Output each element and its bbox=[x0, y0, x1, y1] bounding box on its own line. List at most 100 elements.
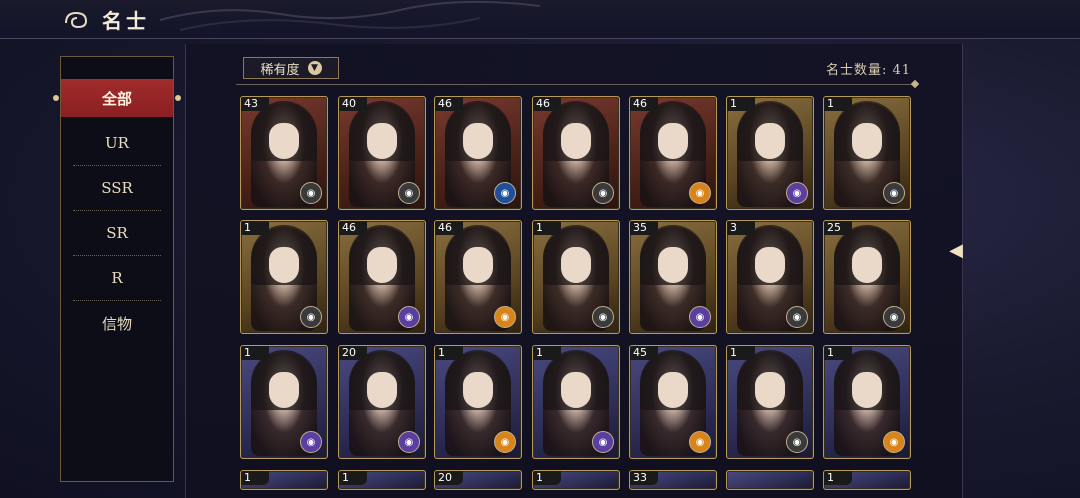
hero-count: 名士数量: 41 bbox=[826, 63, 912, 78]
hero-card[interactable]: 46 ◉ bbox=[434, 220, 522, 334]
faction-badge-icon: ◉ bbox=[398, 182, 420, 204]
hero-card[interactable]: 3 ◉ bbox=[726, 220, 814, 334]
hero-level: 46 bbox=[435, 221, 463, 235]
category-sidebar: 全部 UR SSR SR R 信物 bbox=[53, 56, 181, 482]
hero-card[interactable]: 1 bbox=[532, 470, 620, 490]
hero-level: 1 bbox=[533, 346, 561, 360]
faction-badge-icon: ◉ bbox=[689, 431, 711, 453]
next-page-arrow-icon[interactable]: ◀ bbox=[946, 226, 966, 274]
hero-face bbox=[269, 123, 299, 159]
hero-card[interactable]: 1 ◉ bbox=[726, 345, 814, 459]
hero-level: 1 bbox=[241, 346, 269, 360]
tab-sr[interactable]: SR bbox=[73, 211, 161, 256]
faction-badge-icon: ◉ bbox=[300, 182, 322, 204]
hero-card[interactable]: 1 ◉ bbox=[823, 345, 911, 459]
hero-level: 1 bbox=[824, 346, 852, 360]
hero-face bbox=[755, 247, 785, 283]
hero-face bbox=[367, 123, 397, 159]
hero-level: 1 bbox=[533, 221, 561, 235]
hero-level: 1 bbox=[241, 471, 269, 485]
hero-face bbox=[463, 372, 493, 408]
hero-face bbox=[852, 247, 882, 283]
hero-level: 20 bbox=[435, 471, 463, 485]
hero-card[interactable]: 40 ◉ bbox=[338, 96, 426, 210]
hero-face bbox=[561, 123, 591, 159]
chevron-down-icon: ▼ bbox=[307, 61, 322, 75]
hero-face bbox=[658, 123, 688, 159]
hero-card[interactable]: 1 bbox=[338, 470, 426, 490]
hero-card[interactable]: 20 bbox=[434, 470, 522, 490]
faction-badge-icon: ◉ bbox=[786, 182, 808, 204]
hero-card[interactable]: 1 ◉ bbox=[240, 345, 328, 459]
hero-card[interactable] bbox=[726, 470, 814, 490]
hero-face bbox=[463, 123, 493, 159]
rarity-filter-dropdown[interactable]: 稀有度 ▼ bbox=[243, 57, 339, 79]
hero-card[interactable]: 46 ◉ bbox=[629, 96, 717, 210]
faction-badge-icon: ◉ bbox=[883, 182, 905, 204]
hero-card[interactable]: 35 ◉ bbox=[629, 220, 717, 334]
tab-tokens[interactable]: 信物 bbox=[73, 301, 161, 345]
faction-badge-icon: ◉ bbox=[883, 431, 905, 453]
hero-card[interactable]: 1 bbox=[823, 470, 911, 490]
hero-level: 1 bbox=[824, 97, 852, 111]
hero-face bbox=[755, 372, 785, 408]
hero-card[interactable]: 46 ◉ bbox=[338, 220, 426, 334]
hero-level: 1 bbox=[533, 471, 561, 485]
top-bar: 名士 bbox=[0, 0, 1080, 39]
hero-card[interactable]: 1 ◉ bbox=[532, 345, 620, 459]
hero-card[interactable]: 25 ◉ bbox=[823, 220, 911, 334]
faction-badge-icon: ◉ bbox=[689, 306, 711, 328]
page-title: 名士 bbox=[102, 9, 150, 33]
hero-level: 35 bbox=[630, 221, 658, 235]
faction-badge-icon: ◉ bbox=[883, 306, 905, 328]
hero-card[interactable]: 1 ◉ bbox=[823, 96, 911, 210]
hero-card[interactable]: 1 ◉ bbox=[240, 220, 328, 334]
hero-card[interactable]: 46 ◉ bbox=[532, 96, 620, 210]
tab-ur[interactable]: UR bbox=[73, 121, 161, 166]
hero-level: 43 bbox=[241, 97, 269, 111]
hero-level: 3 bbox=[727, 221, 755, 235]
faction-badge-icon: ◉ bbox=[592, 306, 614, 328]
hero-face bbox=[269, 247, 299, 283]
hero-level: 46 bbox=[630, 97, 658, 111]
hero-face bbox=[269, 372, 299, 408]
hero-face bbox=[367, 372, 397, 408]
hero-level: 1 bbox=[241, 221, 269, 235]
faction-badge-icon: ◉ bbox=[592, 431, 614, 453]
hero-card[interactable]: 45 ◉ bbox=[629, 345, 717, 459]
faction-badge-icon: ◉ bbox=[786, 431, 808, 453]
tab-ssr[interactable]: SSR bbox=[73, 166, 161, 211]
hero-level: 46 bbox=[533, 97, 561, 111]
faction-badge-icon: ◉ bbox=[786, 306, 808, 328]
faction-badge-icon: ◉ bbox=[689, 182, 711, 204]
tab-r[interactable]: R bbox=[73, 256, 161, 301]
back-swirl-icon[interactable] bbox=[62, 9, 92, 31]
hero-card[interactable]: 1 ◉ bbox=[434, 345, 522, 459]
hero-level: 46 bbox=[435, 97, 463, 111]
hero-card[interactable]: 1 ◉ bbox=[726, 96, 814, 210]
hero-face bbox=[755, 123, 785, 159]
hero-level: 1 bbox=[727, 97, 755, 111]
faction-badge-icon: ◉ bbox=[300, 431, 322, 453]
tab-all[interactable]: 全部 bbox=[53, 79, 181, 117]
divider bbox=[236, 84, 916, 85]
hero-card[interactable]: 1 ◉ bbox=[532, 220, 620, 334]
hero-level: 1 bbox=[824, 471, 852, 485]
faction-badge-icon: ◉ bbox=[300, 306, 322, 328]
hero-card[interactable]: 46 ◉ bbox=[434, 96, 522, 210]
hero-face bbox=[463, 247, 493, 283]
faction-badge-icon: ◉ bbox=[398, 306, 420, 328]
hero-card[interactable]: 33 bbox=[629, 470, 717, 490]
hero-face bbox=[852, 372, 882, 408]
hero-card[interactable]: 43 ◉ bbox=[240, 96, 328, 210]
hero-card[interactable]: 1 bbox=[240, 470, 328, 490]
faction-badge-icon: ◉ bbox=[494, 306, 516, 328]
cloud-ornament-icon bbox=[160, 0, 540, 31]
hero-level: 1 bbox=[339, 471, 367, 485]
hero-level: 25 bbox=[824, 221, 852, 235]
faction-badge-icon: ◉ bbox=[398, 431, 420, 453]
hero-face bbox=[561, 247, 591, 283]
hero-face bbox=[367, 247, 397, 283]
hero-card[interactable]: 20 ◉ bbox=[338, 345, 426, 459]
hero-level: 33 bbox=[630, 471, 658, 485]
